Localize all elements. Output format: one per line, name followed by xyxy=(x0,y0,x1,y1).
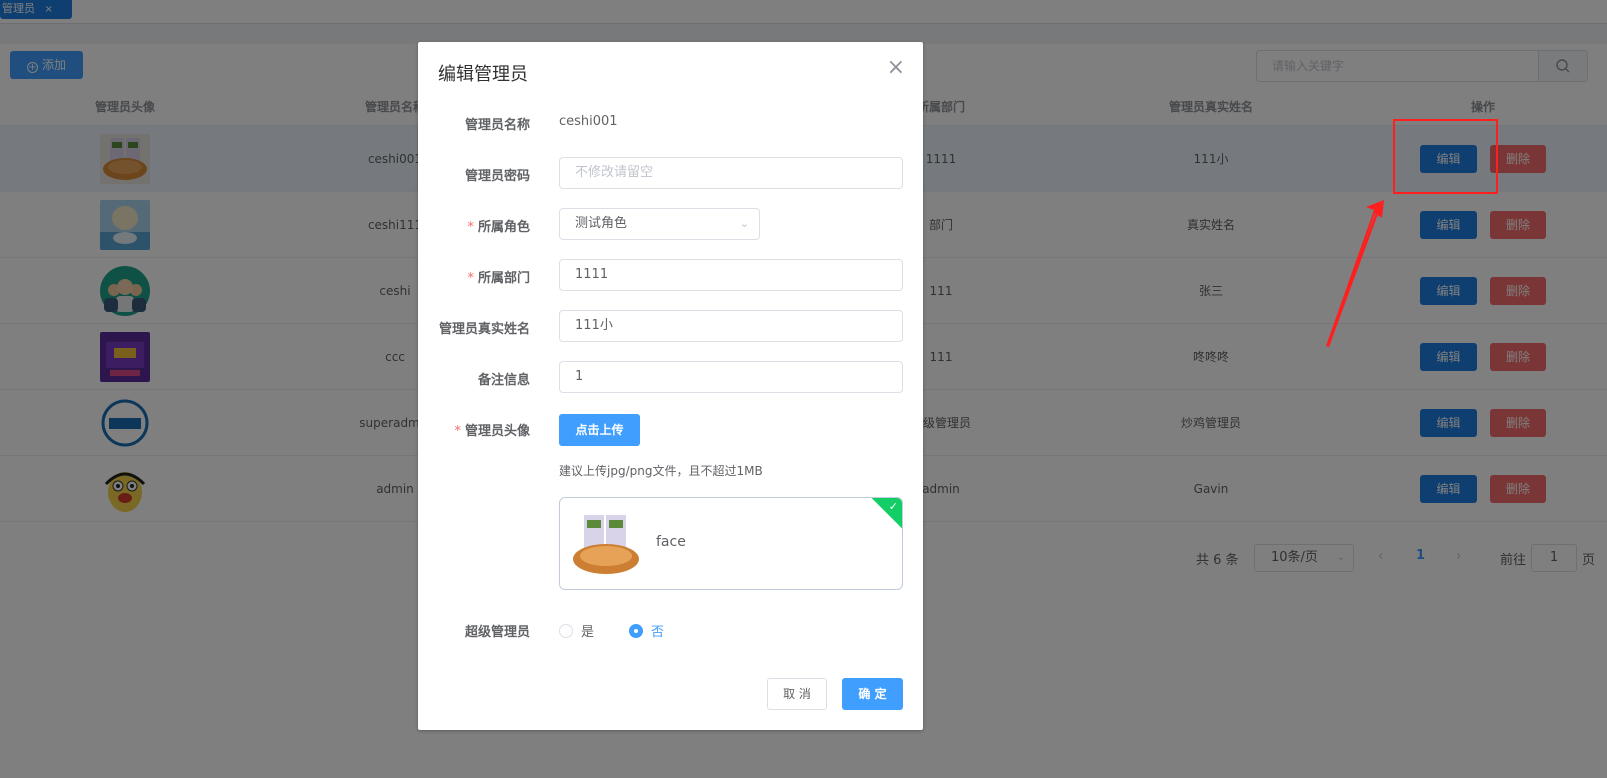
confirm-button[interactable]: 确 定 xyxy=(842,678,903,710)
role-select[interactable]: 测试角色 ⌄ xyxy=(559,208,760,240)
label-role: * 所属角色 xyxy=(418,216,530,235)
close-icon[interactable]: × xyxy=(887,56,905,80)
annotation-highlight-box xyxy=(1393,119,1498,194)
value-name: ceshi001 xyxy=(559,114,618,129)
label-realname: 管理员真实姓名 xyxy=(438,322,530,337)
radio-yes-label: 是 xyxy=(581,625,595,640)
label-role-text: 所属角色 xyxy=(477,220,530,235)
dialog-title: 编辑管理员 xyxy=(438,64,528,85)
label-name: 管理员名称 xyxy=(464,118,530,133)
remark-input[interactable]: 1 xyxy=(559,361,903,393)
uploaded-image-thumb xyxy=(570,511,642,577)
edit-admin-dialog: 编辑管理员 × 管理员名称 ceshi001 管理员密码 不修改请留空 * 所属角… xyxy=(418,42,923,730)
radio-circle xyxy=(559,624,573,638)
realname-input[interactable]: 111小 xyxy=(559,310,903,342)
label-dept-text: 所属部门 xyxy=(477,271,530,286)
dept-input[interactable]: 1111 xyxy=(559,259,903,291)
password-input[interactable]: 不修改请留空 xyxy=(559,157,903,189)
required-asterisk: * xyxy=(454,424,461,439)
radio-super-no[interactable]: 否 xyxy=(629,621,664,640)
label-avatar-text: 管理员头像 xyxy=(464,424,530,439)
upload-success-corner xyxy=(870,498,902,530)
radio-circle-checked xyxy=(629,624,643,638)
cancel-button[interactable]: 取 消 xyxy=(767,678,827,710)
uploaded-file-name: face xyxy=(656,534,686,550)
label-dept: * 所属部门 xyxy=(418,267,530,286)
required-asterisk: * xyxy=(467,220,474,235)
chevron-down-icon: ⌄ xyxy=(739,217,749,230)
radio-super-yes[interactable]: 是 xyxy=(559,621,594,640)
label-password: 管理员密码 xyxy=(464,169,530,184)
label-remark: 备注信息 xyxy=(477,373,530,388)
upload-button[interactable]: 点击上传 xyxy=(559,414,640,446)
radio-no-label: 否 xyxy=(651,625,665,640)
role-select-value: 测试角色 xyxy=(575,216,628,231)
label-avatar: * 管理员头像 xyxy=(418,420,530,439)
upload-tip: 建议上传jpg/png文件，且不超过1MB xyxy=(559,464,763,478)
check-icon: ✓ xyxy=(888,500,898,513)
uploaded-file-card[interactable]: face ✓ xyxy=(559,497,903,590)
label-super: 超级管理员 xyxy=(464,625,530,640)
required-asterisk: * xyxy=(467,271,474,286)
